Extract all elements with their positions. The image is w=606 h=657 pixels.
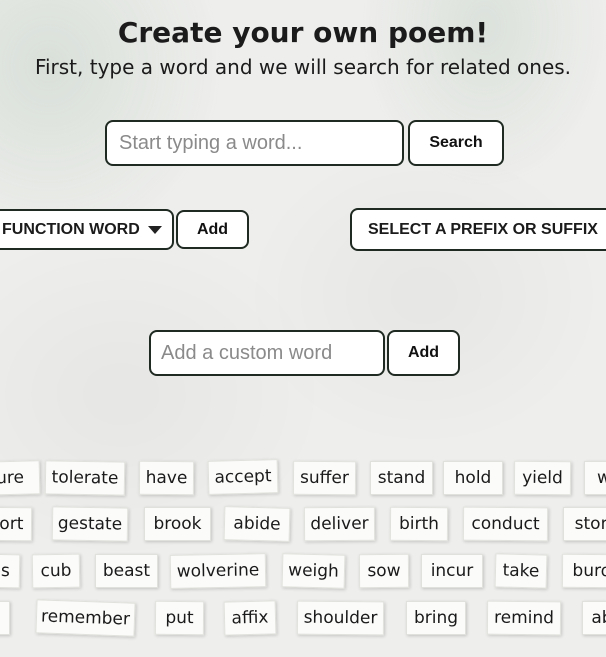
word-tile[interactable]: shoulder bbox=[296, 600, 385, 636]
word-tile[interactable]: accept bbox=[207, 459, 279, 495]
word-tile[interactable]: port bbox=[0, 506, 33, 542]
word-tile[interactable]: birth bbox=[389, 506, 449, 542]
word-tile[interactable]: sow bbox=[358, 553, 410, 589]
word-tile[interactable]: remember bbox=[35, 599, 136, 637]
custom-word-input[interactable] bbox=[149, 330, 385, 376]
function-word-label: FUNCTION WORD bbox=[2, 220, 140, 238]
word-tile[interactable]: ab bbox=[582, 601, 606, 635]
page-title: Create your own poem! bbox=[117, 16, 489, 49]
word-tile[interactable]: put bbox=[154, 600, 205, 636]
word-tile[interactable]: stand bbox=[370, 461, 433, 495]
chevron-down-icon bbox=[148, 226, 162, 234]
word-tile[interactable]: ston bbox=[563, 507, 606, 541]
add-custom-word-button[interactable]: Add bbox=[387, 330, 460, 376]
word-tile[interactable]: hold bbox=[443, 461, 503, 495]
word-tile[interactable]: suffer bbox=[292, 460, 357, 496]
prefix-suffix-label: SELECT A PREFIX OR SUFFIX bbox=[368, 220, 598, 238]
word-tile[interactable]: tolerate bbox=[44, 460, 126, 496]
word-tile[interactable]: abide bbox=[223, 506, 291, 542]
function-word-select[interactable]: FUNCTION WORD bbox=[0, 209, 174, 250]
word-tile[interactable]: bring bbox=[406, 601, 466, 635]
word-tile[interactable]: remind bbox=[486, 600, 562, 636]
word-tile[interactable]: take bbox=[494, 553, 548, 589]
word-tile[interactable]: beast bbox=[95, 554, 158, 588]
word-tile[interactable]: deliver bbox=[303, 506, 376, 542]
word-tile[interactable]: affix bbox=[223, 600, 277, 636]
word-tile[interactable]: have bbox=[138, 460, 195, 496]
word-tile[interactable]: wolverine bbox=[169, 553, 267, 589]
word-tile[interactable]: burd bbox=[561, 553, 606, 589]
search-input[interactable] bbox=[105, 120, 404, 166]
page-subtitle: First, type a word and we will search fo… bbox=[34, 55, 572, 79]
word-tile[interactable]: ure bbox=[0, 460, 41, 496]
search-button[interactable]: Search bbox=[408, 120, 504, 166]
word-tile[interactable]: ps bbox=[0, 553, 21, 589]
word-tile[interactable]: conduct bbox=[462, 506, 549, 542]
word-tile[interactable]: brook bbox=[144, 507, 211, 541]
word-tile[interactable]: y bbox=[0, 601, 10, 635]
prefix-suffix-select[interactable]: SELECT A PREFIX OR SUFFIX bbox=[350, 208, 606, 251]
word-tile[interactable]: w bbox=[584, 461, 606, 495]
word-tile[interactable]: incur bbox=[421, 554, 483, 588]
word-tile[interactable]: cub bbox=[31, 553, 81, 589]
add-function-word-button[interactable]: Add bbox=[176, 210, 249, 249]
word-tile[interactable]: gestate bbox=[51, 506, 129, 542]
word-tile[interactable]: weigh bbox=[281, 553, 346, 589]
word-tile[interactable]: yield bbox=[513, 460, 572, 496]
